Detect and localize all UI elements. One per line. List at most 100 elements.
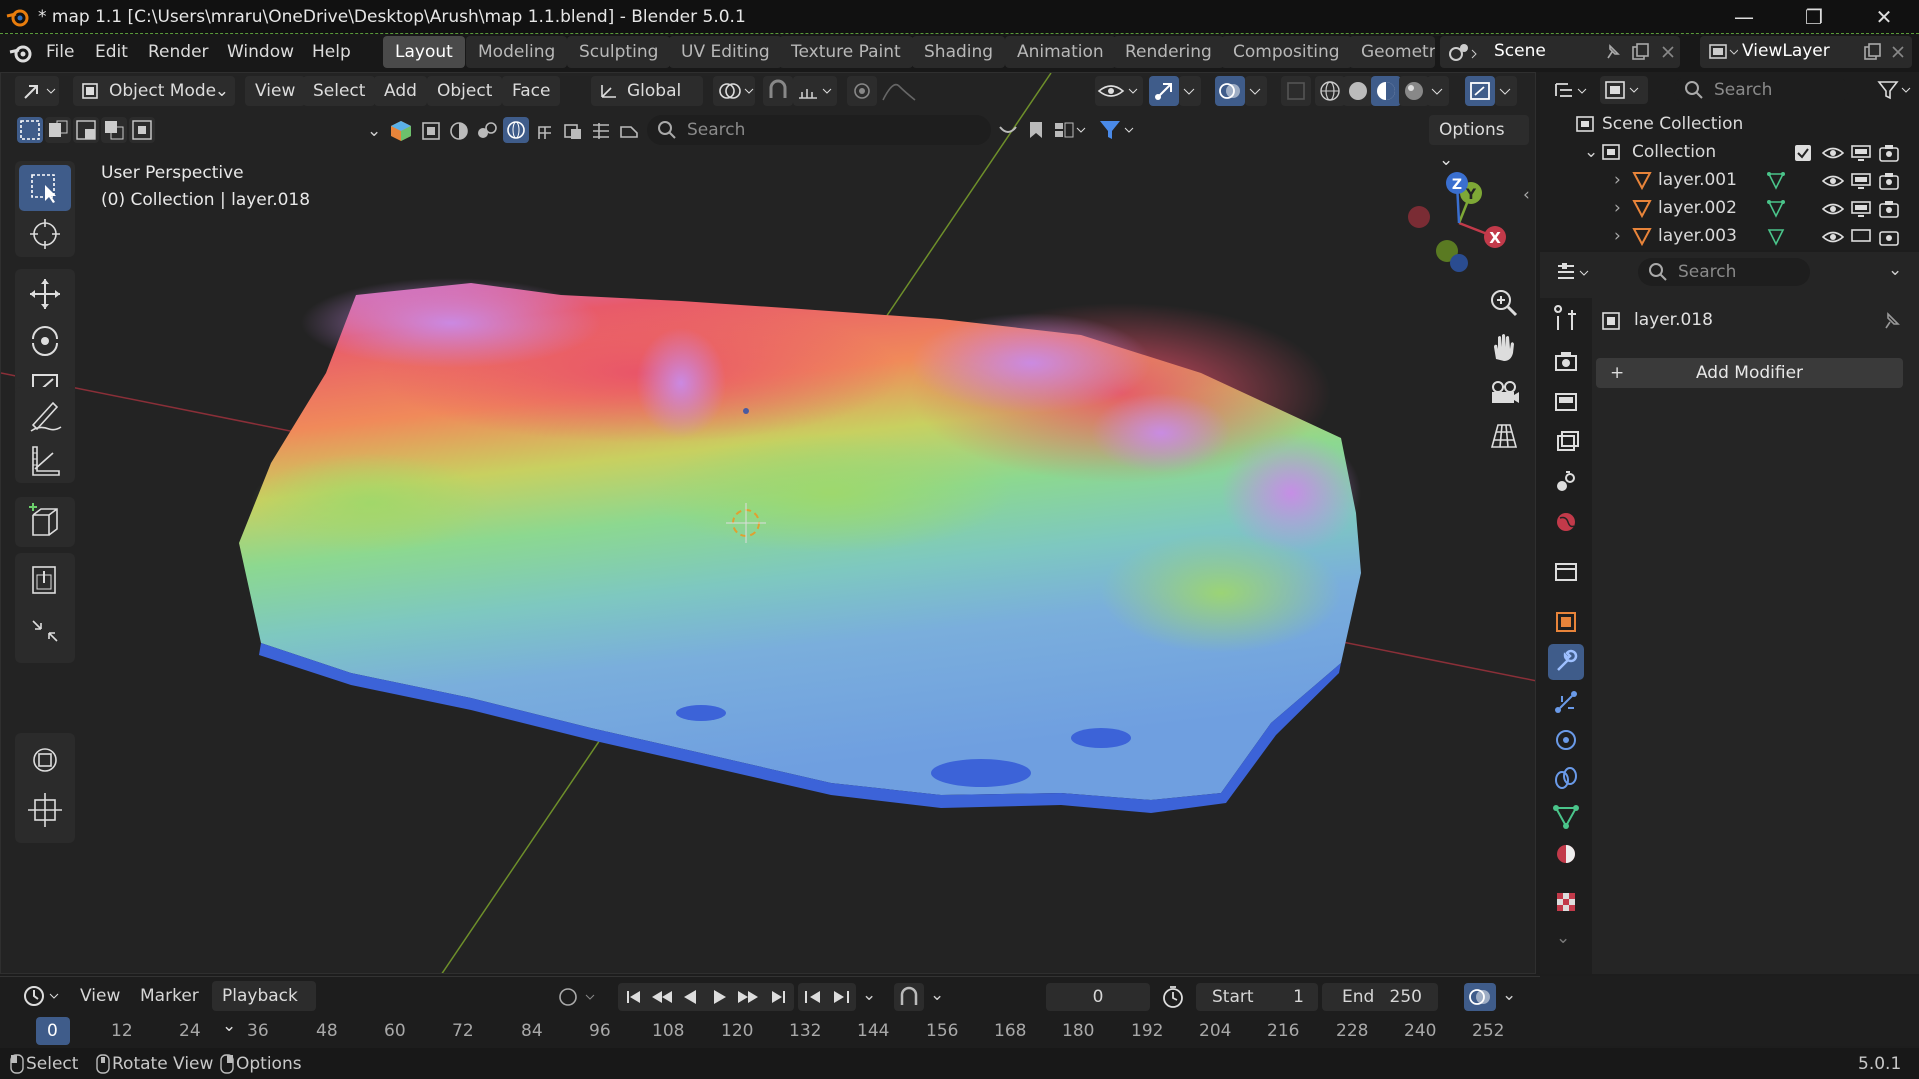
visibility-eye-icon[interactable] xyxy=(1822,200,1844,218)
filter-camera-icon[interactable] xyxy=(589,119,613,143)
collection-tab-icon[interactable] xyxy=(1548,554,1584,590)
filter-funnel-icon[interactable] xyxy=(1097,117,1137,143)
outliner-row-layer-003[interactable]: › layer.003 xyxy=(1540,222,1919,248)
visibility-eye-icon[interactable] xyxy=(1822,228,1844,246)
outliner-search-input[interactable]: Search xyxy=(1674,76,1848,104)
chevron-down-icon[interactable]: ⌄ xyxy=(1502,985,1516,1005)
timeline-editor-type-icon[interactable] xyxy=(22,983,64,1009)
filter-empty-icon[interactable] xyxy=(561,119,585,143)
navigation-gizmo[interactable]: X Y Z xyxy=(1397,163,1517,273)
to-sphere-tool[interactable] xyxy=(19,787,71,833)
viewport-menu-face[interactable]: Face xyxy=(502,76,561,106)
jump-keyframe-forward-icon[interactable] xyxy=(736,987,760,1007)
play-reverse-icon[interactable] xyxy=(680,987,700,1007)
rendered-shading-icon[interactable] xyxy=(1399,76,1429,106)
jump-end-icon[interactable] xyxy=(768,987,788,1007)
select-mode-subtract-icon[interactable] xyxy=(73,117,99,143)
display-dropdown-icon[interactable] xyxy=(1495,76,1517,106)
filter-other-icon[interactable] xyxy=(617,119,641,143)
render-camera-icon[interactable] xyxy=(1878,227,1900,247)
viewport-menu-select[interactable]: Select xyxy=(303,76,376,106)
pin-icon[interactable] xyxy=(1880,310,1902,332)
next-frame-icon[interactable] xyxy=(828,987,852,1007)
extrude-tool[interactable] xyxy=(19,557,71,603)
viewport-display-toggle-icon[interactable] xyxy=(1850,172,1872,190)
expand-icon[interactable]: › xyxy=(1614,194,1621,222)
menu-file[interactable]: File xyxy=(46,42,74,62)
camera-view-icon[interactable] xyxy=(1486,373,1522,409)
outliner-row-collection[interactable]: ⌄ Collection xyxy=(1540,138,1919,166)
timeline-overlay-icon[interactable] xyxy=(1464,983,1496,1011)
start-frame-field[interactable]: Start 1 xyxy=(1196,983,1318,1011)
snap-target-icon[interactable] xyxy=(793,76,837,106)
add-modifier-button[interactable]: + Add Modifier xyxy=(1596,358,1903,388)
prev-frame-icon[interactable] xyxy=(802,987,826,1007)
render-tab-icon[interactable] xyxy=(1548,344,1584,380)
physics-tab-icon[interactable] xyxy=(1548,722,1584,758)
select-mode-invert-icon[interactable] xyxy=(101,117,127,143)
menu-edit[interactable]: Edit xyxy=(95,42,128,62)
overlays-dropdown-icon[interactable] xyxy=(1245,76,1267,106)
properties-editor-type-icon[interactable] xyxy=(1554,260,1594,286)
display-mode-icon[interactable] xyxy=(1600,76,1648,104)
sort-icon[interactable] xyxy=(1053,119,1087,141)
stopwatch-icon[interactable] xyxy=(1160,984,1186,1010)
view-layer-selector[interactable]: ViewLayer xyxy=(1700,36,1912,68)
proportional-edit-icon[interactable] xyxy=(847,76,877,106)
measure-tool[interactable] xyxy=(19,437,71,483)
annotate-tool[interactable] xyxy=(19,391,71,437)
viewport-display-toggle-icon[interactable] xyxy=(1850,228,1872,246)
gizmo-toggle-icon[interactable] xyxy=(1149,76,1179,106)
rotate-tool[interactable] xyxy=(19,317,71,363)
render-camera-icon[interactable] xyxy=(1878,199,1900,219)
tab-texture-paint[interactable]: Texture Paint xyxy=(779,36,913,68)
visibility-eye-icon[interactable] xyxy=(1822,172,1844,190)
perspective-toggle-icon[interactable] xyxy=(1486,417,1522,453)
select-box-tool[interactable] xyxy=(19,165,71,211)
viewport-display-toggle-icon[interactable] xyxy=(1850,144,1872,162)
snap-keyframes-icon[interactable] xyxy=(894,983,924,1011)
expand-icon[interactable]: › xyxy=(1614,222,1621,248)
new-view-layer-icon[interactable] xyxy=(1862,42,1882,62)
outliner-row-layer-001[interactable]: › layer.001 xyxy=(1540,166,1919,194)
overlays-toggle-icon[interactable] xyxy=(1215,76,1245,106)
viewport-menu-object[interactable]: Object xyxy=(427,76,503,106)
properties-search-input[interactable]: Search xyxy=(1638,258,1810,286)
object-types-icon[interactable] xyxy=(389,119,413,143)
pan-hand-icon[interactable] xyxy=(1486,329,1522,365)
remove-view-layer-icon[interactable] xyxy=(1888,42,1908,62)
tab-modeling[interactable]: Modeling xyxy=(466,36,568,68)
texture-tab-icon[interactable] xyxy=(1548,884,1584,920)
chevron-down-icon[interactable]: ⌄ xyxy=(1556,928,1570,948)
3d-viewport[interactable]: Object Mode ⌄ View Select Add Object Fac… xyxy=(0,72,1536,974)
solid-shading-icon[interactable] xyxy=(1343,76,1373,106)
timeline-menu-marker[interactable]: Marker xyxy=(140,986,199,1006)
tab-layout[interactable]: Layout xyxy=(383,36,465,68)
outliner-row-scene-collection[interactable]: Scene Collection xyxy=(1540,110,1919,138)
tab-uv-editing[interactable]: UV Editing xyxy=(669,36,782,68)
render-camera-icon[interactable] xyxy=(1878,143,1900,163)
pin-icon[interactable] xyxy=(1602,42,1622,62)
playback-dropdown[interactable]: Playback ⌄ xyxy=(212,981,316,1036)
object-tab-icon[interactable] xyxy=(1548,604,1584,640)
shading-dropdown-icon[interactable] xyxy=(1427,76,1449,106)
render-camera-icon[interactable] xyxy=(1878,171,1900,191)
outliner-editor-type-icon[interactable] xyxy=(1552,78,1592,104)
cursor-tool[interactable] xyxy=(19,211,71,257)
move-tool[interactable] xyxy=(19,271,71,317)
material-tab-icon[interactable] xyxy=(1548,836,1584,872)
filter-curve-icon[interactable] xyxy=(447,119,471,143)
editor-type-icon[interactable] xyxy=(15,76,59,106)
jump-keyframe-back-icon[interactable] xyxy=(650,987,674,1007)
output-tab-icon[interactable] xyxy=(1548,384,1584,420)
select-mode-extend-icon[interactable] xyxy=(45,117,71,143)
view-layer-tab-icon[interactable] xyxy=(1548,424,1584,460)
current-frame-field[interactable]: 0 xyxy=(1046,983,1150,1011)
snap-toggle-icon[interactable] xyxy=(763,76,793,106)
timeline-menu-view[interactable]: View xyxy=(80,986,120,1006)
data-tab-icon[interactable] xyxy=(1548,798,1584,834)
play-icon[interactable] xyxy=(710,987,730,1007)
end-frame-field[interactable]: End 250 xyxy=(1322,983,1438,1011)
tab-geometry-nodes[interactable]: Geometr xyxy=(1349,36,1435,68)
filter-world-icon[interactable] xyxy=(503,117,529,143)
